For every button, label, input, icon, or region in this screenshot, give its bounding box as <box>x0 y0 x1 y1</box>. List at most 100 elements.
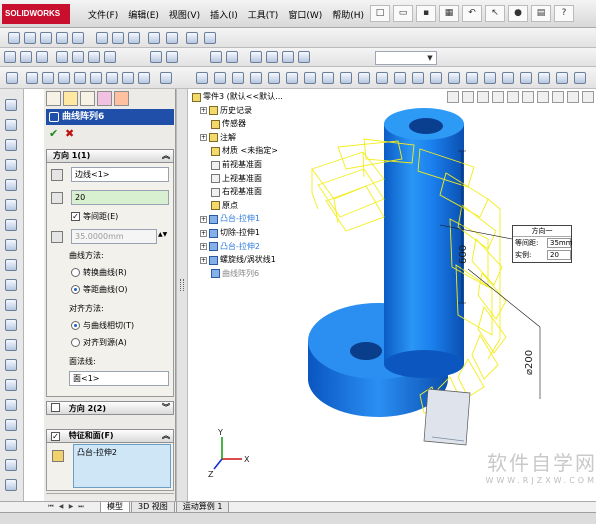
menu-edit[interactable]: 编辑(E) <box>128 8 159 21</box>
view-orient-icon[interactable] <box>507 91 519 103</box>
circle-tool-icon[interactable] <box>5 139 17 151</box>
shell-icon[interactable] <box>322 72 334 84</box>
tree-item[interactable]: + 凸台-拉伸1 <box>200 213 260 225</box>
print-icon[interactable]: ▦ <box>439 5 459 22</box>
sketch-icon[interactable] <box>210 51 222 63</box>
tree-item[interactable]: + 凸台-拉伸2 <box>200 241 260 253</box>
convert-curve-radio[interactable] <box>71 268 80 277</box>
expand-icon[interactable]: + <box>200 229 207 237</box>
options-icon[interactable]: ▤ <box>531 5 551 22</box>
panel-splitter[interactable] <box>176 89 188 512</box>
dome-icon[interactable] <box>394 72 406 84</box>
section-icon[interactable] <box>492 91 504 103</box>
shaded-edges-icon[interactable] <box>148 32 160 44</box>
relation-icon[interactable] <box>5 319 17 331</box>
construction-line-icon[interactable] <box>5 359 17 371</box>
expand-icon[interactable]: ︾ <box>162 402 170 414</box>
tree-item[interactable]: + 历史记录 <box>200 105 252 117</box>
circular-pattern-icon[interactable] <box>286 72 298 84</box>
dimxpert-tab-icon[interactable] <box>97 91 112 106</box>
spline-tool-icon[interactable] <box>5 179 17 191</box>
prev-tab-icon[interactable]: ◀ <box>56 502 66 512</box>
split-icon[interactable] <box>430 72 442 84</box>
reference-geometry-icon[interactable] <box>196 72 208 84</box>
tree-item[interactable]: + 螺旋线/涡状线1 <box>200 254 276 266</box>
expand-icon[interactable]: + <box>200 256 207 264</box>
rotate-view-icon[interactable] <box>56 32 68 44</box>
left-view-icon[interactable] <box>58 72 70 84</box>
callout-instances-input[interactable]: 20 <box>547 250 571 260</box>
select-icon[interactable]: ↖ <box>485 5 505 22</box>
hide-show-icon[interactable] <box>537 91 549 103</box>
combine-icon[interactable] <box>448 72 460 84</box>
tree-item[interactable]: + 注解 <box>200 132 236 144</box>
move-body-icon[interactable] <box>466 72 478 84</box>
save-icon[interactable]: ▪ <box>416 5 436 22</box>
deform-icon[interactable] <box>538 72 550 84</box>
edge-selection-field[interactable]: 边线<1> <box>71 167 169 182</box>
tree-item[interactable]: 材质 <未指定> <box>200 145 278 157</box>
traffic-light-icon[interactable] <box>166 51 178 63</box>
feature-manager-tab-icon[interactable] <box>46 91 61 106</box>
new-document-icon[interactable]: □ <box>370 5 390 22</box>
back-view-icon[interactable] <box>42 72 54 84</box>
direction-callout[interactable]: 方向一 等间距: 35mm 实例: 20 <box>512 225 573 263</box>
direction-2-checkbox[interactable] <box>51 403 60 412</box>
direction-2-header[interactable]: 方向 2(2) ︾ <box>46 401 174 415</box>
tree-item[interactable]: 曲线阵列6 <box>200 268 259 280</box>
polygon-tool-icon[interactable] <box>5 219 17 231</box>
callout-spacing-input[interactable]: 35mm <box>547 238 573 248</box>
rib-icon[interactable] <box>340 72 352 84</box>
flex-icon[interactable] <box>520 72 532 84</box>
tree-item[interactable]: 上视基准面 <box>200 173 262 185</box>
copy-icon[interactable] <box>88 51 100 63</box>
feature-tool-icon[interactable] <box>160 72 172 84</box>
wireframe-icon[interactable] <box>112 32 124 44</box>
expand-icon[interactable]: + <box>200 134 207 142</box>
offset-curve-radio[interactable] <box>71 285 80 294</box>
standard-open-icon[interactable] <box>20 51 32 63</box>
diameter-dimension[interactable]: ⌀200 <box>524 350 535 375</box>
convert-entities-icon[interactable] <box>5 399 17 411</box>
open-icon[interactable]: ▭ <box>393 5 413 22</box>
face-normal-field[interactable]: 面<1> <box>69 371 169 386</box>
linear-pattern-icon[interactable] <box>268 72 280 84</box>
wrap-icon[interactable] <box>412 72 424 84</box>
cut-icon[interactable] <box>72 51 84 63</box>
smart-dimension-icon[interactable] <box>226 51 238 63</box>
display-style-icon[interactable] <box>204 32 216 44</box>
revolve-icon[interactable] <box>266 51 278 63</box>
extrude-icon[interactable] <box>250 51 262 63</box>
paste-icon[interactable] <box>104 51 116 63</box>
last-tab-icon[interactable]: ⏭ <box>76 502 86 512</box>
tree-item[interactable]: 传感器 <box>200 118 246 130</box>
equal-spacing-checkbox[interactable]: ✓ <box>71 212 80 221</box>
offset-tool-icon[interactable] <box>5 279 17 291</box>
direction-arrow-icon[interactable] <box>51 169 63 181</box>
tree-item[interactable]: + 切除-拉伸1 <box>200 227 260 239</box>
first-tab-icon[interactable]: ⏮ <box>46 502 56 512</box>
rebuild-icon[interactable]: ● <box>508 5 528 22</box>
scene-icon[interactable] <box>567 91 579 103</box>
more-tools-icon[interactable] <box>574 72 586 84</box>
menu-tools[interactable]: 工具(T) <box>248 8 279 21</box>
menu-insert[interactable]: 插入(I) <box>210 8 238 21</box>
zoom-to-area-icon[interactable] <box>462 91 474 103</box>
curves-icon[interactable] <box>214 72 226 84</box>
collapse-icon[interactable]: ︽ <box>162 150 170 162</box>
hole-icon[interactable] <box>376 72 388 84</box>
normal-to-icon[interactable] <box>138 72 150 84</box>
expand-icon[interactable]: + <box>200 243 207 251</box>
tree-item[interactable]: 原点 <box>200 200 238 212</box>
view-orientation-icon[interactable] <box>186 32 198 44</box>
trim-tool-icon[interactable] <box>5 259 17 271</box>
features-to-pattern-list[interactable]: 凸台-拉伸2 <box>73 444 171 488</box>
copy-entities-icon[interactable] <box>5 459 17 471</box>
previous-view-icon[interactable] <box>477 91 489 103</box>
rebuild-toolbar-icon[interactable] <box>150 51 162 63</box>
view-settings-icon[interactable] <box>582 91 594 103</box>
tree-item[interactable]: 零件3 (默认<<默认... <box>192 91 283 103</box>
mirror-sketch-icon[interactable] <box>5 299 17 311</box>
front-view-icon[interactable] <box>26 72 38 84</box>
loft-icon[interactable] <box>298 51 310 63</box>
